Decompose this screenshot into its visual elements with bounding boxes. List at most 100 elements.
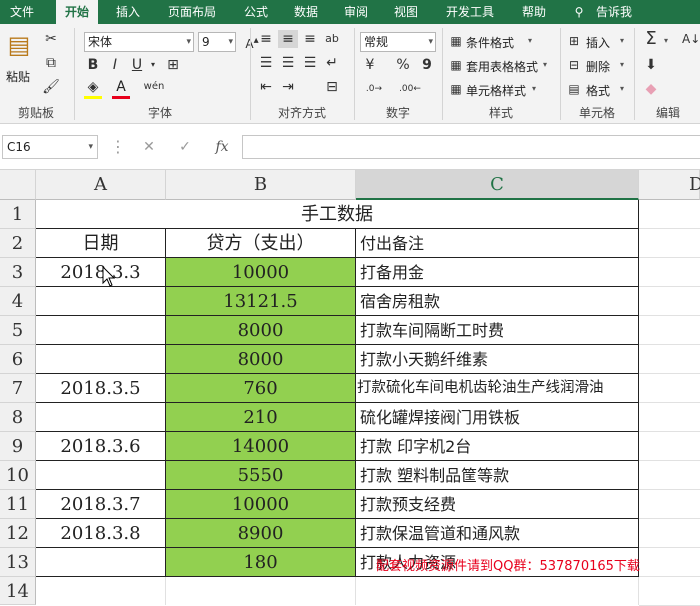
- row-header[interactable]: 12: [0, 519, 36, 548]
- menu-review[interactable]: 审阅: [336, 0, 376, 24]
- column-header-a[interactable]: A: [36, 170, 166, 200]
- date-cell[interactable]: 2018.3.3: [36, 258, 166, 287]
- chevron-down-icon[interactable]: ▾: [620, 84, 624, 93]
- search-icon[interactable]: ⚲: [570, 0, 588, 24]
- amount-cell[interactable]: 210: [166, 403, 356, 432]
- orientation-icon[interactable]: ab: [322, 30, 342, 48]
- decrease-indent-icon[interactable]: ⇤: [256, 78, 276, 96]
- insert-cells-icon[interactable]: ⊞: [566, 32, 582, 50]
- row-header[interactable]: 9: [0, 432, 36, 461]
- empty-cell[interactable]: [356, 577, 639, 605]
- chevron-down-icon[interactable]: ▾: [532, 84, 536, 93]
- menu-view[interactable]: 视图: [386, 0, 426, 24]
- number-format-select[interactable]: 常规 ▾: [360, 32, 436, 52]
- align-top-icon[interactable]: ≡: [256, 30, 276, 48]
- header-cell-credit[interactable]: 贷方（支出）: [166, 229, 356, 258]
- conditional-format-button[interactable]: 条件格式: [466, 34, 514, 51]
- wrap-text-icon[interactable]: ↵: [322, 54, 342, 72]
- align-center-icon[interactable]: ☰: [278, 54, 298, 72]
- row-header[interactable]: 6: [0, 345, 36, 374]
- amount-cell[interactable]: 14000: [166, 432, 356, 461]
- note-cell[interactable]: 打款硫化车间电机齿轮油生产线润滑油: [356, 374, 639, 403]
- note-cell[interactable]: 硫化罐焊接阀门用铁板: [356, 403, 639, 432]
- note-cell[interactable]: 打款预支经费: [356, 490, 639, 519]
- merge-center-icon[interactable]: ⊟: [322, 78, 342, 96]
- chevron-down-icon[interactable]: ▾: [148, 56, 158, 74]
- row-header[interactable]: 4: [0, 287, 36, 316]
- menu-help[interactable]: 帮助: [514, 0, 554, 24]
- paste-icon[interactable]: ▤: [6, 30, 32, 60]
- row-header[interactable]: 13: [0, 548, 36, 577]
- amount-cell[interactable]: 10000: [166, 258, 356, 287]
- date-cell[interactable]: [36, 287, 166, 316]
- insert-function-icon[interactable]: fx: [210, 138, 234, 156]
- date-cell[interactable]: [36, 403, 166, 432]
- increase-indent-icon[interactable]: ⇥: [278, 78, 298, 96]
- sort-filter-icon[interactable]: A↓: [682, 30, 700, 48]
- amount-cell[interactable]: 8000: [166, 316, 356, 345]
- note-cell[interactable]: 打款保温管道和通风款: [356, 519, 639, 548]
- row-header[interactable]: 11: [0, 490, 36, 519]
- cell-styles-icon[interactable]: ▦: [448, 80, 464, 98]
- amount-cell[interactable]: 180: [166, 548, 356, 577]
- format-painter-icon[interactable]: 🖌: [42, 78, 60, 96]
- row-header[interactable]: 7: [0, 374, 36, 403]
- chevron-down-icon[interactable]: ▾: [664, 36, 668, 45]
- sheet-title-cell[interactable]: 手工数据: [36, 200, 639, 229]
- note-cell[interactable]: 打款 印字机2台: [356, 432, 639, 461]
- font-name-select[interactable]: 宋体 ▾: [84, 32, 194, 52]
- menu-data[interactable]: 数据: [286, 0, 326, 24]
- table-format-icon[interactable]: ▦: [448, 56, 464, 74]
- border-icon[interactable]: ⊞: [164, 56, 182, 74]
- cut-icon[interactable]: ✂: [42, 30, 60, 48]
- phonetic-button[interactable]: wén: [140, 78, 168, 96]
- format-as-table-button[interactable]: 套用表格格式: [466, 58, 538, 75]
- clear-icon[interactable]: ◆: [640, 80, 662, 98]
- chevron-down-icon[interactable]: ▾: [620, 36, 624, 45]
- menu-page-layout[interactable]: 页面布局: [160, 0, 224, 24]
- row-header[interactable]: 2: [0, 229, 36, 258]
- amount-cell[interactable]: 10000: [166, 490, 356, 519]
- note-cell[interactable]: 打款 塑料制品筐等款: [356, 461, 639, 490]
- align-left-icon[interactable]: ☰: [256, 54, 276, 72]
- empty-cell[interactable]: [166, 577, 356, 605]
- amount-cell[interactable]: 8000: [166, 345, 356, 374]
- format-cells-icon[interactable]: ▤: [566, 80, 582, 98]
- increase-decimal-icon[interactable]: .0→: [360, 80, 388, 98]
- chevron-down-icon[interactable]: ▾: [543, 60, 547, 69]
- tell-me[interactable]: 告诉我: [592, 0, 636, 24]
- row-header[interactable]: 14: [0, 577, 36, 605]
- worksheet-grid[interactable]: A B C D 1 2 3 4 5 6 7 8 9 10 11 12 13 14 手工数据 日期 贷方（支出）付…: [0, 170, 700, 606]
- note-cell[interactable]: 宿舍房租款: [356, 287, 639, 316]
- italic-button[interactable]: I: [106, 56, 124, 74]
- insert-button[interactable]: 插入: [586, 34, 610, 51]
- autosum-icon[interactable]: Σ: [640, 30, 662, 48]
- date-cell[interactable]: 2018.3.7: [36, 490, 166, 519]
- empty-cell[interactable]: [36, 577, 166, 605]
- note-cell[interactable]: 打款车间隔断工时费: [356, 316, 639, 345]
- menu-insert[interactable]: 插入: [108, 0, 148, 24]
- menu-developer[interactable]: 开发工具: [438, 0, 502, 24]
- formula-input[interactable]: [242, 135, 700, 159]
- row-header[interactable]: 8: [0, 403, 36, 432]
- decrease-decimal-icon[interactable]: .00←: [396, 80, 424, 98]
- conditional-format-icon[interactable]: ▦: [448, 32, 464, 50]
- bold-button[interactable]: B: [84, 56, 102, 74]
- copy-icon[interactable]: ⧉: [42, 54, 60, 72]
- amount-cell[interactable]: 760: [166, 374, 356, 403]
- amount-cell[interactable]: 8900: [166, 519, 356, 548]
- date-cell[interactable]: [36, 548, 166, 577]
- header-cell-note[interactable]: 付出备注: [356, 229, 639, 258]
- date-cell[interactable]: [36, 316, 166, 345]
- font-size-select[interactable]: 9 ▾: [198, 32, 236, 52]
- menu-file[interactable]: 文件: [0, 0, 44, 24]
- format-button[interactable]: 格式: [586, 82, 610, 99]
- chevron-down-icon[interactable]: ▾: [528, 36, 532, 45]
- cell-styles-button[interactable]: 单元格样式: [466, 82, 526, 99]
- date-cell[interactable]: 2018.3.8: [36, 519, 166, 548]
- amount-cell[interactable]: 5550: [166, 461, 356, 490]
- column-header-d[interactable]: D: [639, 170, 700, 200]
- align-bottom-icon[interactable]: ≡: [300, 30, 320, 48]
- align-middle-icon[interactable]: ≡: [278, 30, 298, 48]
- cancel-entry-icon[interactable]: ✕: [138, 138, 160, 156]
